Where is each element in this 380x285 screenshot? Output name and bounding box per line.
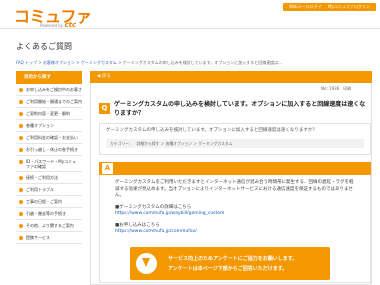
faq-body: No: 1936 印刷 Q ゲーミングカスタムの申し込みを検討しています。オプシ… [90, 83, 372, 285]
sidebar-item[interactable]: 工事の日程・ご案内 [16, 196, 82, 208]
sidebar-item[interactable]: その他、より関するご案内 [16, 220, 82, 232]
survey-line-2: アンケートは本ページ下部からご回答いただけます。 [168, 266, 288, 272]
main-content: ◀ 戻る No: 1936 印刷 Q ゲーミングカスタムの申し込みを検討していま… [90, 71, 372, 285]
sidebar-item-label: 引越・撤去等の手続き [26, 211, 66, 216]
breadcrumb-home[interactable]: FAQ トップ [16, 60, 37, 65]
sidebar-item[interactable]: ID・パスワード・Myコミュファの確認 [16, 156, 82, 172]
sidebar-item-label: 各種オプション [26, 123, 54, 128]
sidebar-item-label: 提携サービス [26, 235, 50, 240]
application-link[interactable]: https://www.commufa.jp/commufax/ [115, 229, 355, 236]
sidebar-item-label: 接続・ご利用方法 [26, 175, 58, 180]
sidebar-list: お申し込みをご検討中のお客さま ご利用開始・開通までのご案内 ご契約内容・変更・解約… [16, 84, 82, 244]
sidebar-item-label: ご利用料金の確認・お支払い [26, 135, 78, 140]
question-title: ゲーミングカスタムの申し込みを検討しています。オプションに加入すると回線速度は速… [114, 101, 366, 117]
sidebar-item[interactable]: お引っ越し・休止の各手続き [16, 144, 82, 156]
bullet-arrow-icon [19, 111, 23, 116]
page-title: よくあるご質問 [16, 42, 72, 51]
header-divider [0, 28, 380, 29]
bullet-arrow-icon [19, 223, 23, 228]
sidebar-item[interactable]: ご契約内容・変更・解約 [16, 108, 82, 120]
bullet-arrow-icon [19, 235, 23, 240]
bullet-arrow-icon [19, 175, 23, 180]
bullet-arrow-icon [19, 87, 23, 92]
bullet-arrow-icon [19, 187, 23, 192]
sidebar-item[interactable]: ご利用料金の確認・お支払い [16, 132, 82, 144]
bullet-arrow-icon [19, 135, 23, 140]
answer-badge: A [102, 163, 113, 174]
question-body: ゲーミングカスタムの申し込みを検討しています。オプションに加入すると回線速度は速… [106, 128, 317, 133]
answer-text: ゲーミングカスタムをご利用いただきますとインターネット通信が混み合う時間帯に発生… [115, 180, 354, 198]
bullet-arrow-icon [19, 99, 23, 104]
breadcrumb-options[interactable]: お客様オプション [43, 60, 75, 65]
answer-header: A [99, 162, 371, 175]
sidebar-item[interactable]: ご利用トラブル [16, 184, 82, 196]
sidebar-item[interactable]: 提携サービス [16, 232, 82, 244]
breadcrumb-gaming[interactable]: ゲーミングカスタム [81, 60, 117, 65]
bullet-arrow-icon [19, 199, 23, 204]
sidebar-item-label: お引っ越し・休止の各手続き [26, 147, 78, 152]
bullet-arrow-icon [19, 211, 23, 216]
back-link[interactable]: ◀ 戻る [97, 71, 111, 83]
bullet-arrow-icon [19, 147, 23, 152]
sidebar-item-label: ご契約内容・変更・解約 [26, 111, 70, 116]
arrow-down-icon [136, 253, 157, 274]
gaming-custom-link[interactable]: https://www.commufa.jp/waybill/gaming_cu… [115, 211, 355, 218]
sidebar-item[interactable]: 接続・ご利用方法 [16, 172, 82, 184]
sidebar-item[interactable]: 各種オプション [16, 120, 82, 132]
site-header: コミュファ Powered by ctc Webメールログイン Myコミュファロ… [0, 0, 380, 29]
answer-box: ゲーミングカスタムをご利用いただきますとインターネット通信が混み合う時間帯に発生… [99, 175, 371, 283]
question-badge: Q [99, 103, 110, 114]
my-commufa-login-button[interactable]: Myコミュファログイン [322, 3, 376, 11]
faq-topbar: ◀ 戻る [90, 71, 372, 83]
sidebar-item-label: ID・パスワード・Myコミュファの確認 [26, 159, 77, 169]
sidebar-item[interactable]: 引越・撤去等の手続き [16, 208, 82, 220]
bullet-arrow-icon [19, 123, 23, 128]
sidebar-item-label: その他、より関するご案内 [26, 223, 74, 228]
survey-banner[interactable]: サービス向上のためアンケートにご協力をお願いします。 アンケートは本ページ下部か… [130, 247, 330, 280]
sidebar-heading: 目的から探す [16, 71, 82, 84]
breadcrumb: FAQ トップ > お客様オプション > ゲーミングカスタム > ゲーミングカス… [16, 60, 282, 66]
breadcrumb-current: ゲーミングカスタムの申し込みを検討しています。オプションに加入すると回線速度は.… [122, 60, 283, 65]
sidebar-item-label: 工事の日程・ご案内 [26, 199, 62, 204]
bullet-arrow-icon [19, 159, 23, 164]
sidebar-item-label: お申し込みをご検討中のお客さま [26, 87, 82, 92]
sidebar-item[interactable]: お申し込みをご検討中のお客さま [16, 84, 82, 96]
sidebar-item[interactable]: ご利用開始・開通までのご案内 [16, 96, 82, 108]
category-path: カテゴリー： 詳細から探す ＞ 各種オプション ＞ ゲーミングカスタム [106, 139, 364, 148]
sidebar-item-label: ご利用開始・開通までのご案内 [26, 99, 82, 104]
faq-number: No: 1936 印刷 [321, 86, 352, 91]
sidebar: 目的から探す お申し込みをご検討中のお客さま ご利用開始・開通までのご案内 ご契約内… [16, 71, 82, 275]
question-box: ゲーミングカスタムの申し込みを検討しています。オプションに加入すると回線速度は速… [99, 123, 371, 155]
sidebar-item-label: ご利用トラブル [26, 187, 54, 192]
survey-line-1: サービス向上のためアンケートにご協力をお願いします。 [168, 256, 298, 262]
